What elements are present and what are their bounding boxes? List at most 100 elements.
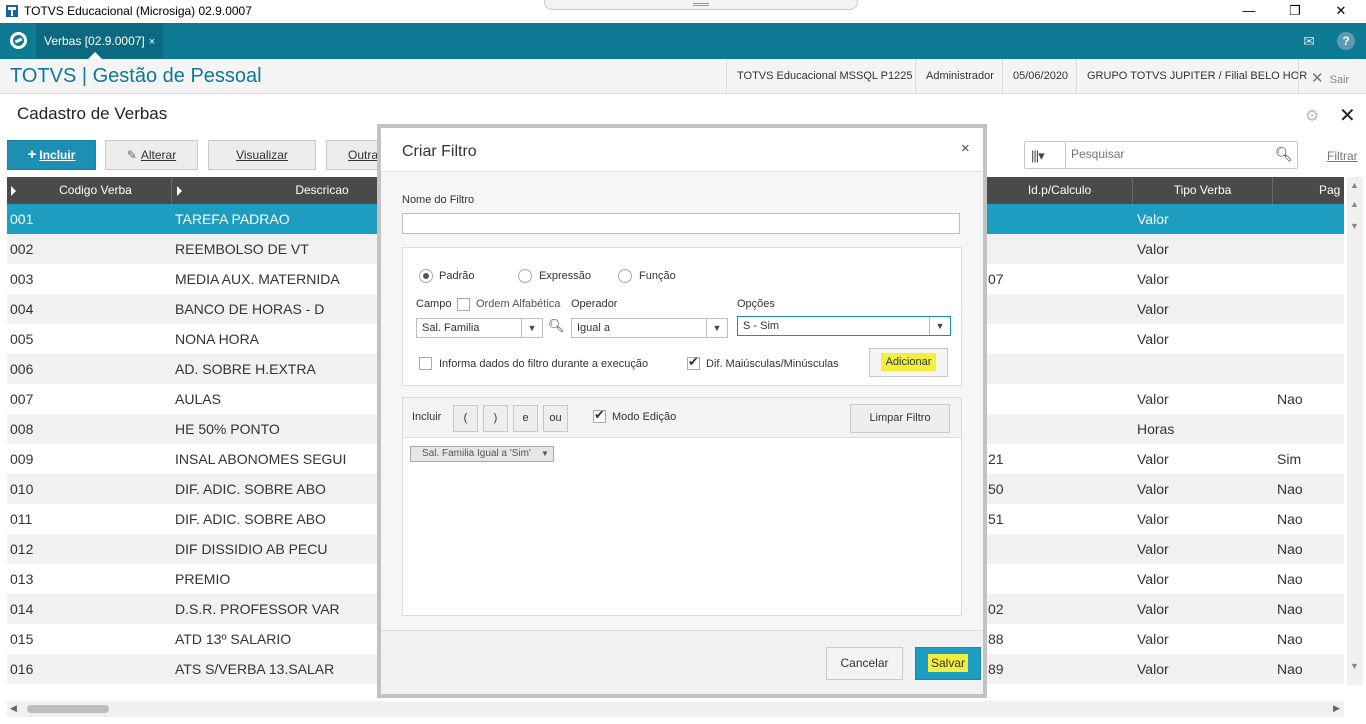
- cell-tipo: Valor: [1137, 511, 1169, 527]
- cell-descricao: ATD 13º SALARIO: [175, 631, 292, 647]
- cell-idcalculo: 51: [988, 511, 1004, 527]
- scroll-top-icon[interactable]: ▲: [1350, 180, 1359, 190]
- and-button[interactable]: e: [513, 405, 538, 432]
- search-icon[interactable]: 🔍︎: [1275, 146, 1293, 163]
- or-button[interactable]: ou: [543, 405, 568, 432]
- grip-icon: [693, 3, 709, 6]
- vertical-scrollbar[interactable]: ▲ ▲ ▼ ▼: [1347, 177, 1363, 685]
- cell-idcalculo: 88: [988, 631, 1004, 647]
- chevron-down-icon: ▼: [929, 317, 950, 335]
- branch-label: GRUPO TOTVS JUPITER / Filial BELO HOR: [1076, 59, 1317, 94]
- dialog-close-icon[interactable]: ×: [961, 140, 970, 157]
- pencil-icon: ✎: [126, 148, 137, 162]
- scroll-right-icon[interactable]: ▶: [1333, 703, 1340, 714]
- dif-maiusculas-checkbox[interactable]: [687, 354, 700, 370]
- opcoes-select[interactable]: S - Sim ▼: [737, 316, 951, 336]
- cell-idcalculo: 21: [988, 451, 1004, 467]
- user-label: Administrador: [915, 59, 1004, 94]
- exit-button[interactable]: ✕ Sair: [1298, 59, 1366, 94]
- app-title: TOTVS | Gestão de Pessoal: [10, 65, 262, 87]
- cell-tipo: Valor: [1137, 391, 1169, 407]
- save-button[interactable]: Salvar: [915, 647, 981, 680]
- modo-edicao-label: Modo Edição: [612, 411, 677, 423]
- campo-label: Campo: [416, 298, 452, 310]
- tab-verbas[interactable]: Verbas [02.9.0007] ×: [36, 23, 164, 59]
- create-filter-dialog: Criar Filtro × Nome do Filtro Padrão Exp…: [377, 124, 987, 698]
- filter-link[interactable]: Filtrar: [1327, 149, 1358, 163]
- adicionar-button[interactable]: Adicionar: [869, 348, 948, 377]
- radio-expressao[interactable]: [518, 269, 532, 283]
- window-drag-handle[interactable]: [544, 0, 858, 10]
- limpar-filtro-button[interactable]: Limpar Filtro: [850, 404, 950, 433]
- cell-descricao: REEMBOLSO DE VT: [175, 241, 309, 257]
- filter-name-label: Nome do Filtro: [402, 194, 475, 206]
- cell-codigo: 006: [10, 361, 34, 377]
- close-page-icon[interactable]: ✕: [1339, 103, 1356, 128]
- cell-descricao: AULAS: [175, 391, 221, 407]
- app-tab-bar: Verbas [02.9.0007] × ✉ ?: [0, 23, 1366, 59]
- scroll-left-icon[interactable]: ◀: [10, 703, 17, 714]
- cell-pag: Nao: [1277, 631, 1303, 647]
- cell-descricao: D.S.R. PROFESSOR VAR: [175, 601, 340, 617]
- cell-codigo: 011: [10, 511, 33, 527]
- cell-descricao: ATS S/VERBA 13.SALAR: [175, 661, 335, 677]
- modo-edicao-checkbox[interactable]: [593, 407, 606, 423]
- col-codigo[interactable]: Codigo Verba: [20, 177, 172, 204]
- cell-pag: Nao: [1277, 511, 1303, 527]
- page-title: Cadastro de Verbas: [17, 104, 168, 123]
- restore-button[interactable]: ❐: [1272, 0, 1318, 23]
- ordem-alfabetica-checkbox[interactable]: [457, 298, 470, 311]
- cell-codigo: 009: [10, 451, 34, 467]
- dialog-title: Criar Filtro: [402, 143, 477, 160]
- minimize-button[interactable]: —: [1226, 0, 1272, 23]
- cell-tipo: Valor: [1137, 571, 1169, 587]
- cell-pag: Nao: [1277, 391, 1303, 407]
- cell-descricao: DIF. ADIC. SOBRE ABO: [175, 481, 326, 497]
- cell-descricao: MEDIA AUX. MATERNIDA: [175, 271, 340, 287]
- cell-idcalculo: 50: [988, 481, 1004, 497]
- columns-icon[interactable]: |||▾: [1031, 148, 1045, 164]
- cell-pag: Sim: [1277, 451, 1302, 467]
- help-icon[interactable]: ?: [1337, 32, 1355, 50]
- open-paren-button[interactable]: (: [453, 405, 478, 432]
- campo-search-icon[interactable]: 🔍︎: [548, 318, 565, 334]
- cell-pag: Nao: [1277, 481, 1303, 497]
- search-input[interactable]: [1071, 147, 1261, 161]
- ordem-alfabetica-label: Ordem Alfabética: [476, 298, 561, 310]
- scroll-bottom-icon[interactable]: ▼: [1350, 661, 1359, 671]
- close-paren-button[interactable]: ): [483, 405, 508, 432]
- horizontal-scrollbar[interactable]: ◀ ▶: [7, 701, 1344, 717]
- cell-tipo: Valor: [1137, 661, 1169, 677]
- totvs-logo-icon[interactable]: [10, 32, 27, 49]
- col-tipo[interactable]: Tipo Verba: [1133, 177, 1273, 204]
- cell-codigo: 004: [10, 301, 34, 317]
- expression-chip[interactable]: Sal. Familia Igual a 'Sim' ▼: [410, 446, 554, 462]
- scroll-down-icon[interactable]: ▼: [1350, 221, 1359, 231]
- cell-codigo: 003: [10, 271, 34, 287]
- cell-tipo: Valor: [1137, 331, 1169, 347]
- filter-name-input[interactable]: [402, 213, 960, 234]
- cancel-button[interactable]: Cancelar: [826, 647, 903, 680]
- cell-descricao: PREMIO: [175, 571, 231, 587]
- edit-button[interactable]: ✎ Alterar: [105, 140, 198, 170]
- mail-icon[interactable]: ✉: [1300, 32, 1318, 50]
- cell-codigo: 007: [10, 391, 34, 407]
- col-idcalculo[interactable]: Id.p/Calculo: [987, 177, 1133, 204]
- include-button[interactable]: + Incluir: [7, 140, 96, 170]
- window-close-button[interactable]: ✕: [1318, 0, 1364, 23]
- tab-close-icon[interactable]: ×: [149, 36, 155, 48]
- view-button[interactable]: Visualizar: [208, 140, 316, 170]
- radio-padrao[interactable]: [419, 269, 433, 283]
- radio-funcao[interactable]: [618, 269, 632, 283]
- campo-select[interactable]: Sal. Familia ▼: [416, 318, 543, 338]
- operador-select[interactable]: Igual a ▼: [571, 318, 728, 338]
- chevron-down-icon: ▼: [540, 449, 549, 458]
- scroll-thumb[interactable]: [27, 705, 109, 713]
- cell-pag: Nao: [1277, 571, 1303, 587]
- scroll-up-icon[interactable]: ▲: [1350, 199, 1359, 209]
- plus-icon: +: [27, 146, 37, 163]
- search-box[interactable]: |||▾ 🔍︎: [1024, 141, 1298, 169]
- dif-maiusculas-label: Dif. Maiúsculas/Minúsculas: [706, 358, 839, 370]
- gear-icon[interactable]: ⚙: [1305, 106, 1319, 126]
- informa-dados-checkbox[interactable]: [419, 357, 432, 370]
